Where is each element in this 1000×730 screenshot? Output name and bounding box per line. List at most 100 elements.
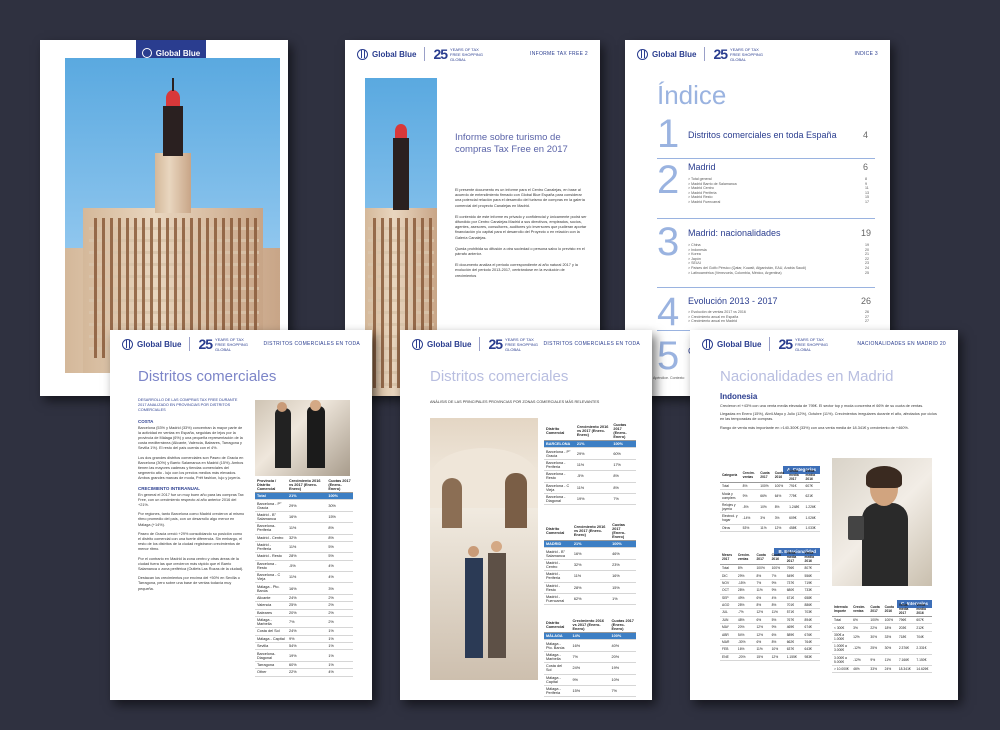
table-row: Barcelona - P° Gracia 29% 60% bbox=[544, 447, 636, 460]
table-cell: 16% bbox=[610, 570, 636, 583]
table-cell: 66% bbox=[758, 489, 773, 502]
page-subtitle: ANÁLISIS DE LAS PRINCIPALES PROVINCIAS P… bbox=[430, 400, 600, 404]
index-entry-title[interactable]: Distritos comerciales en toda España bbox=[688, 130, 837, 140]
table-cell: Málaga - Marbella bbox=[255, 616, 287, 629]
index-number: 5 bbox=[657, 334, 680, 378]
table-cell: 9% bbox=[740, 489, 759, 502]
table-cell: 3% bbox=[772, 512, 788, 525]
table-cell: 719€ bbox=[802, 579, 820, 588]
table-header: Cuota 2017 bbox=[868, 602, 883, 617]
table-cell: 10% bbox=[609, 674, 636, 686]
table-cell: 607€ bbox=[914, 616, 932, 625]
paragraph: Crecieron el +43% con una venta media el… bbox=[720, 404, 924, 408]
table-cell: Madrid - Resto bbox=[544, 582, 572, 594]
table-cell: 16% bbox=[571, 547, 611, 560]
index-sublist: > Total general > Madrid Barrio de Salama… bbox=[688, 177, 737, 204]
table-cell: 7% bbox=[769, 571, 785, 580]
table-cell: 8% bbox=[326, 522, 353, 535]
table-cell: 4% bbox=[326, 571, 353, 584]
table-cell: 12% bbox=[769, 653, 785, 661]
table-cell: -5% bbox=[286, 560, 327, 573]
table-cell: Tarragona bbox=[255, 661, 287, 670]
table-cell: 29% bbox=[574, 447, 612, 460]
table-cell: 12% bbox=[754, 623, 770, 632]
table-row: Costa del Sol 24% 1% bbox=[255, 627, 353, 636]
index-page-number: 6 bbox=[863, 162, 869, 172]
anniversary-logo: 25 YEARS OF TAX FREE SHOPPING GLOBAL bbox=[778, 336, 828, 352]
table-cell: 8% bbox=[611, 482, 636, 494]
table-cell: > 10.000€ bbox=[832, 665, 852, 674]
table-cell: 24% bbox=[570, 662, 610, 675]
table-cell: 701€ bbox=[784, 601, 803, 610]
table-cell: 33% bbox=[882, 631, 897, 644]
table-cell: 19% bbox=[574, 493, 612, 506]
table-cell: 300€ a 1.000€ bbox=[832, 631, 852, 644]
table-header: Crecim. ventas bbox=[851, 602, 869, 617]
table-cell: AGO bbox=[720, 601, 736, 610]
paragraph: Llegadas en Enero (15%), Abril-Mayo y Ju… bbox=[720, 412, 937, 422]
table-header: Categoría bbox=[720, 468, 741, 483]
intervals-table: Intervalo Importe Crecim. ventas Cuota 201… bbox=[832, 602, 932, 674]
table-cell: 21% bbox=[571, 540, 611, 549]
table-cell: 8% bbox=[611, 470, 636, 483]
section-label: NACIONALIDADES EN MADRID 20 bbox=[857, 341, 946, 347]
table-cell: 6% bbox=[754, 638, 770, 647]
table-cell: 2.331€ bbox=[914, 642, 932, 655]
section-label: INDICE 3 bbox=[854, 51, 878, 57]
anniversary-logo: 25 YEARS OF TAX FREE SHOPPING GLOBAL bbox=[713, 46, 763, 62]
table-cell: 60% bbox=[286, 661, 327, 670]
table-cell: Total bbox=[255, 492, 287, 501]
table-row: SEP 49% 6% 4% 671€ 658€ bbox=[720, 594, 820, 602]
table-header: Venta media 2016 bbox=[803, 468, 820, 483]
table-cell: 40% bbox=[609, 639, 636, 652]
table-cell: 100% bbox=[326, 492, 353, 501]
globe-icon bbox=[141, 48, 152, 58]
table-cell: 571€ bbox=[784, 608, 803, 617]
table-row: Málaga - Pto. Banús 16% 40% bbox=[544, 639, 636, 652]
table-cell: 2% bbox=[326, 609, 353, 617]
traveler-photo bbox=[832, 458, 932, 586]
index-entry-title[interactable]: Madrid: nacionalidades bbox=[688, 228, 781, 238]
table-cell: 16% bbox=[286, 582, 327, 595]
table-cell: 671€ bbox=[784, 594, 803, 602]
table-cell: 19% bbox=[286, 649, 327, 662]
table-cell: 16% bbox=[735, 645, 755, 654]
table-cell: 607€ bbox=[803, 482, 820, 491]
table-cell: 62% bbox=[571, 593, 611, 606]
table-cell: 8% bbox=[769, 601, 785, 610]
table-cell: 9% bbox=[769, 586, 785, 595]
table-cell: 7.166€ bbox=[896, 654, 915, 666]
table-cell: 12% bbox=[754, 630, 770, 639]
table-cell: -5% bbox=[740, 501, 759, 514]
table-header: Venta media 2016 bbox=[802, 550, 820, 565]
table-cell: 791€ bbox=[787, 482, 804, 491]
table-cell: 8% bbox=[754, 601, 770, 610]
table-cell: 7% bbox=[286, 616, 327, 629]
table-cell: 30% bbox=[326, 499, 353, 512]
table-row: Barcelona - Periferia 11% 17% bbox=[544, 459, 636, 472]
table-cell: Electrod. y hogar bbox=[720, 512, 741, 525]
table-cell: DIC bbox=[720, 571, 736, 580]
table-cell: 32% bbox=[286, 534, 327, 542]
paragraph: Queda prohibida su difusión a otra socie… bbox=[455, 246, 585, 257]
table-cell: 3% bbox=[851, 623, 869, 632]
brand-logo: Global Blue bbox=[702, 338, 761, 350]
table-cell: Madrid - Centro bbox=[255, 534, 287, 542]
nationalities-page: Global Blue 25 YEARS OF TAX FREE SHOPPING… bbox=[690, 330, 958, 700]
table-cell: 15% bbox=[754, 653, 770, 661]
table-cell: 11% bbox=[882, 654, 897, 666]
table-row: Sevilla 54% 1% bbox=[255, 642, 353, 651]
table-row: Total 8% 100% 100% 791€ 607€ bbox=[720, 482, 820, 491]
table-cell: 11% bbox=[286, 571, 327, 584]
table-cell: 7% bbox=[609, 685, 636, 698]
table-cell: Alicante bbox=[255, 594, 287, 603]
table-cell: 18.341€ bbox=[896, 665, 915, 674]
index-entry-title[interactable]: Madrid bbox=[688, 162, 716, 172]
table-cell: 25% bbox=[286, 601, 327, 610]
index-entry-title[interactable]: Evolución 2013 - 2017 bbox=[688, 296, 778, 306]
table-cell: 6% bbox=[754, 616, 770, 625]
table-cell: 609€ bbox=[787, 512, 804, 525]
table-cell: Madrid - Periferia bbox=[255, 541, 287, 554]
table-header: Cuota 2016 bbox=[882, 602, 897, 617]
paragraph: Los dos grandes distritos comerciales so… bbox=[138, 455, 244, 481]
